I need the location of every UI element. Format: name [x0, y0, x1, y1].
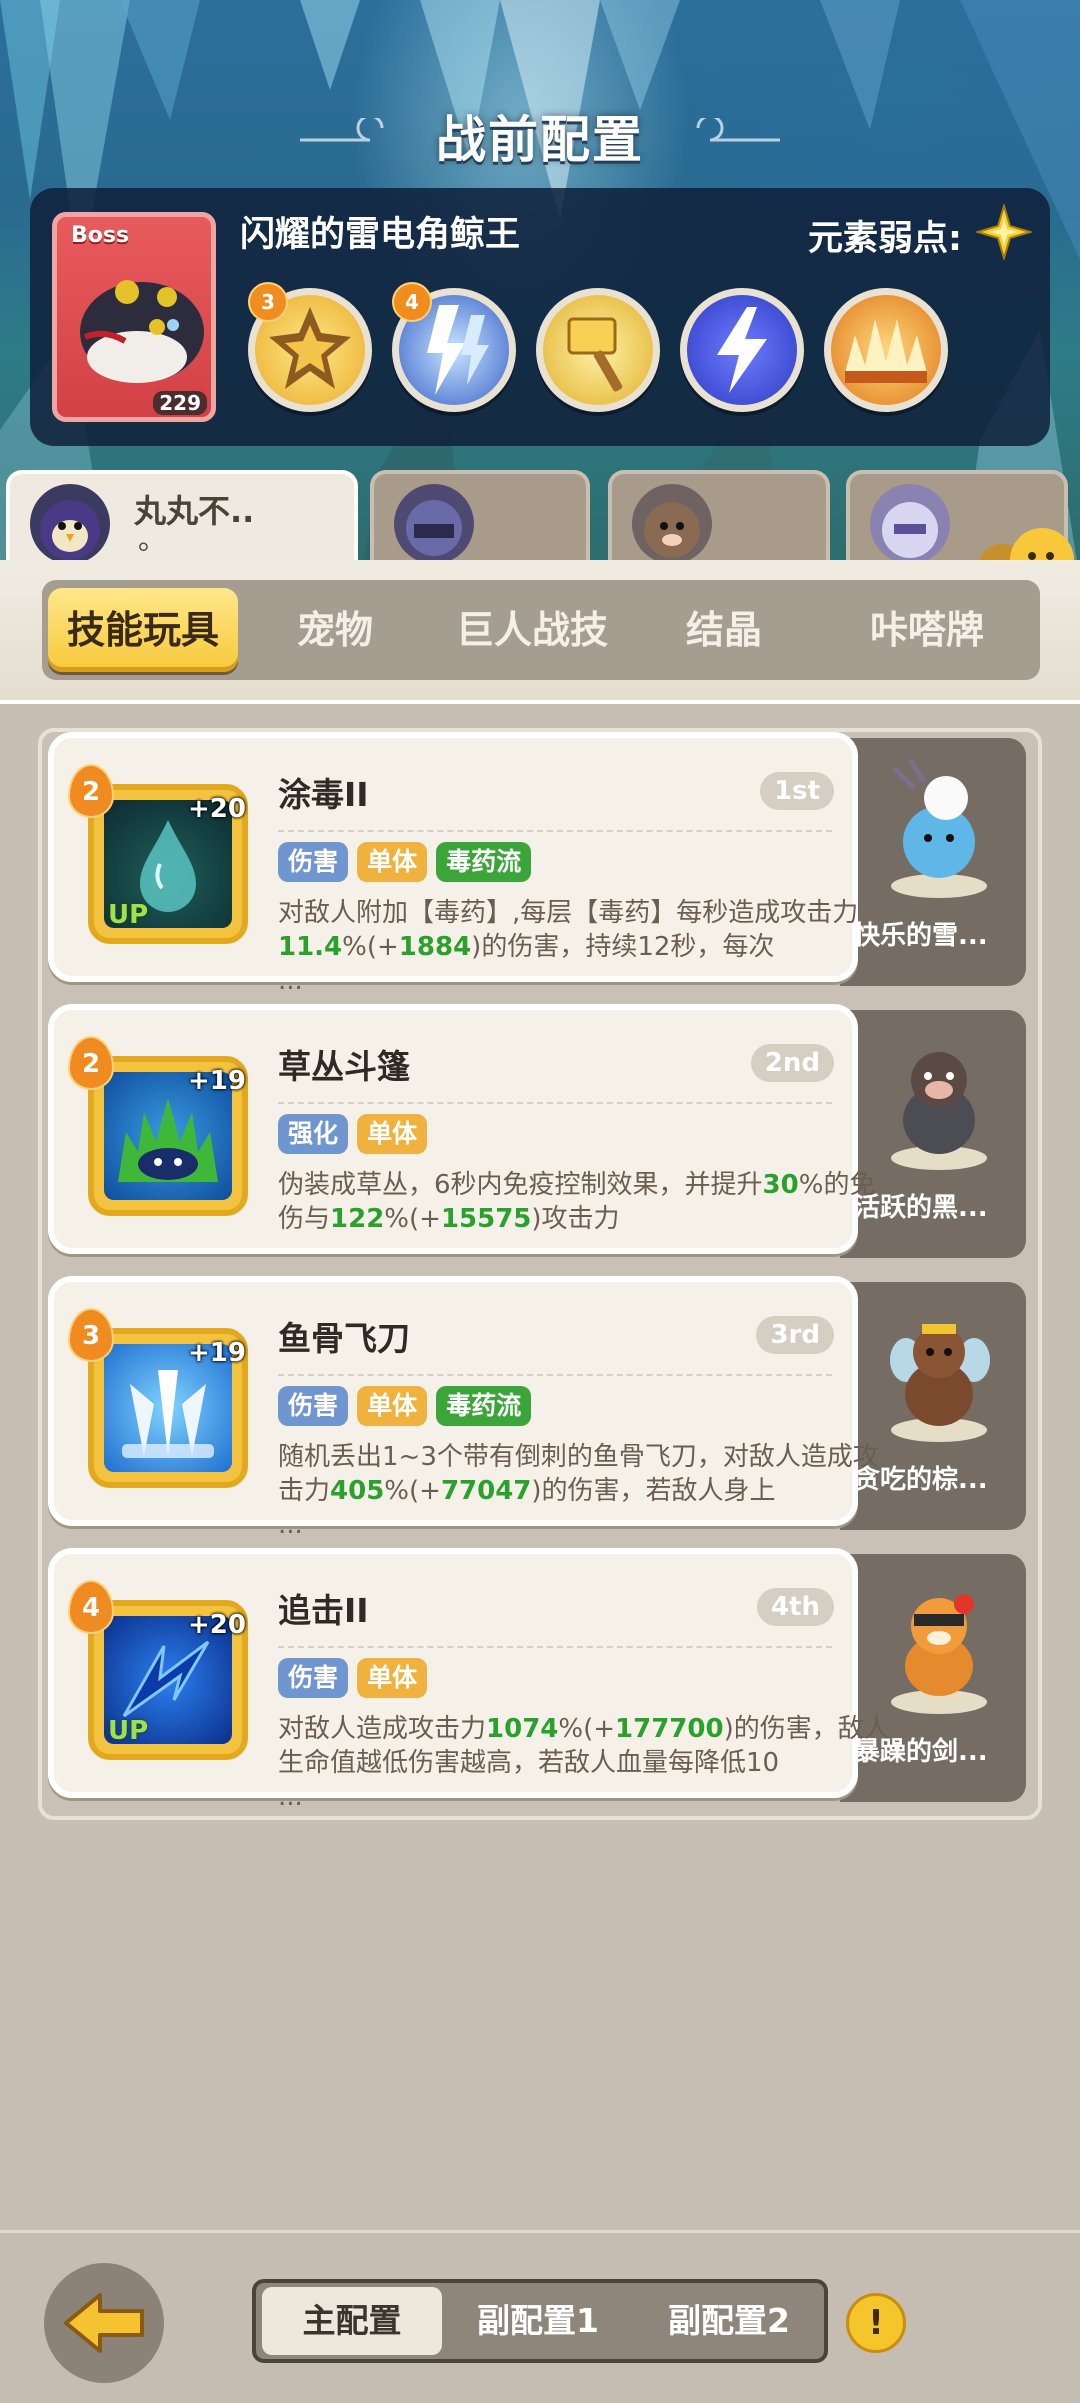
spike-burst-icon: [845, 319, 927, 383]
player-2-avatar: [394, 484, 474, 564]
back-button[interactable]: [44, 2263, 164, 2383]
boss-tag: Boss: [71, 223, 130, 248]
tab-skill-toys[interactable]: 技能玩具: [48, 588, 238, 672]
divider: [278, 1102, 832, 1104]
player-tab-1[interactable]: 丸丸不.. 。: [6, 470, 358, 570]
tab-pets[interactable]: 宠物: [240, 580, 430, 680]
tag-damage: 伤害: [278, 1658, 349, 1698]
player-4-avatar: [870, 484, 950, 564]
skill-rank: 4th: [756, 1588, 834, 1626]
boss-skill-4[interactable]: [680, 288, 804, 412]
skill-tags: 伤害 单体 毒药流: [278, 1386, 535, 1428]
battle-scene-background: 战前配置 Boss 229 闪耀的雷电角鲸王 元素弱点: 3 4 丸丸不.. 。: [0, 0, 1080, 580]
tag-poison: 毒药流: [436, 842, 532, 882]
tab-click-cards[interactable]: 咔嗒牌: [822, 580, 1032, 680]
skill-tags: 伤害 单体 毒药流: [278, 842, 535, 884]
skill-rank: 3rd: [756, 1316, 834, 1354]
skill-bonus: +19: [188, 1066, 246, 1096]
skill-rank: 2nd: [750, 1044, 834, 1082]
skill-name: 鱼骨飞刀: [278, 1319, 410, 1358]
skill-description: 对敌人附加【毒药】,每层【毒药】每秒造成攻击力11.4%(+1884)的伤害，持…: [278, 898, 859, 996]
boar-pet-icon: [891, 1052, 987, 1170]
boss-level: 229: [153, 391, 207, 415]
back-arrow-icon: [64, 2293, 144, 2353]
boss-skill-1-badge: 3: [248, 282, 288, 322]
knight-avatar-icon: [882, 502, 938, 558]
skill-description: 随机丢出1~3个带有倒刺的鱼骨飞刀，对敌人造成攻击力405%(+77047)的伤…: [278, 1442, 879, 1540]
player-avatar: [30, 484, 110, 564]
tag-damage: 伤害: [278, 842, 349, 882]
skill-name: 追击II: [278, 1591, 369, 1630]
bottom-bar: 主配置 副配置1 副配置2 !: [0, 2230, 1080, 2403]
tag-poison: 毒药流: [436, 1386, 532, 1426]
tag-single: 单体: [357, 1658, 428, 1698]
tiger-cat-pet-icon: [891, 1594, 987, 1714]
boss-skill-5[interactable]: [824, 288, 948, 412]
boss-info-panel: Boss 229 闪耀的雷电角鲸王 元素弱点: 3 4: [30, 188, 1050, 446]
element-weakness-label: 元素弱点:: [808, 219, 962, 259]
mole-avatar-icon: [644, 502, 700, 558]
skill-bonus: +20: [188, 1610, 246, 1640]
skill-name: 草丛斗篷: [278, 1047, 410, 1086]
tag-enhance: 强化: [278, 1114, 349, 1154]
tag-single: 单体: [357, 842, 428, 882]
skill-card-2[interactable]: 2 +19 草丛斗篷 2nd 强化 单体 伪装成草丛，6秒内免疫控制效果，并提升…: [48, 1004, 875, 1254]
skill-bonus: +20: [188, 794, 246, 824]
skill-description: 伪装成草丛，6秒内免疫控制效果，并提升30%的免伤与122%(+15575)攻击…: [278, 1170, 876, 1234]
player-tab-3[interactable]: [608, 470, 830, 570]
lightning-bolt-icon: [717, 307, 767, 393]
category-tab-bar: 技能玩具 宠物 巨人战技 结晶 咔嗒牌: [42, 580, 1040, 680]
skill-card-1[interactable]: 2 +20 UP 涂毒II 1st 伤害 单体 毒药流 对敌人附加【毒药】,每层…: [48, 732, 858, 996]
skill-bonus: +19: [188, 1338, 246, 1368]
lightning-star-icon[interactable]: [976, 204, 1032, 260]
skill-tags: 强化 单体: [278, 1114, 431, 1156]
player-3-avatar: [632, 484, 712, 564]
skill-description: 对敌人造成攻击力1074%(+177700)的伤害，敌人生命值越低伤害越高，若敌…: [278, 1714, 890, 1812]
snow-dog-pet-icon: [891, 758, 987, 898]
hammer-icon: [567, 317, 623, 392]
divider: [278, 1374, 832, 1376]
bear-bee-pet-icon: [890, 1324, 990, 1442]
page-title: 战前配置: [436, 111, 644, 169]
penguin-avatar-icon: [40, 500, 100, 560]
skill-level-badge: 3: [68, 1308, 114, 1362]
right-title-swirl-icon: [696, 118, 780, 142]
player-subtitle: 。: [138, 523, 167, 556]
skill-up-badge: UP: [108, 1716, 149, 1746]
tag-single: 单体: [357, 1386, 428, 1426]
category-tabs-area: 技能玩具 宠物 巨人战技 结晶 咔嗒牌: [0, 560, 1080, 704]
divider: [278, 830, 832, 832]
boss-skill-2-badge: 4: [392, 282, 432, 322]
config-main-panel: 技能玩具 宠物 巨人战技 结晶 咔嗒牌 快乐的雪... 活跃的黑... 贪吃的棕…: [0, 560, 1080, 2230]
boss-skill-3[interactable]: [536, 288, 660, 412]
skill-level-badge: 4: [68, 1580, 114, 1634]
tab-sub-config-2[interactable]: 副配置2: [634, 2283, 824, 2359]
divider: [278, 1646, 832, 1648]
skill-name: 涂毒II: [278, 775, 369, 814]
tab-crystals[interactable]: 结晶: [634, 580, 814, 680]
boss-portrait[interactable]: Boss 229: [52, 212, 216, 422]
helmet-avatar-icon: [406, 500, 462, 556]
skill-card-3[interactable]: 3 +19 鱼骨飞刀 3rd 伤害 单体 毒药流 随机丢出1~3个带有倒刺的鱼骨…: [48, 1276, 879, 1540]
skill-rank: 1st: [760, 772, 834, 810]
tab-main-config[interactable]: 主配置: [262, 2287, 442, 2355]
player-tab-2[interactable]: [370, 470, 590, 570]
tag-damage: 伤害: [278, 1386, 349, 1426]
skill-tags: 伤害 单体: [278, 1658, 431, 1700]
skill-level-badge: 2: [68, 1036, 114, 1090]
alert-icon[interactable]: !: [846, 2293, 906, 2353]
left-title-swirl-icon: [300, 118, 384, 142]
skill-up-badge: UP: [108, 900, 149, 930]
tag-single: 单体: [357, 1114, 428, 1154]
skill-level-badge: 2: [68, 764, 114, 818]
skill-card-4[interactable]: 4 +20 UP 追击II 4th 伤害 单体 对敌人造成攻击力1074%(+1…: [48, 1548, 890, 1812]
config-selector: 主配置 副配置1 副配置2: [252, 2279, 828, 2363]
boss-name: 闪耀的雷电角鲸王: [240, 215, 521, 255]
tab-sub-config-1[interactable]: 副配置1: [446, 2283, 630, 2359]
tab-giant-skills[interactable]: 巨人战技: [432, 580, 632, 680]
